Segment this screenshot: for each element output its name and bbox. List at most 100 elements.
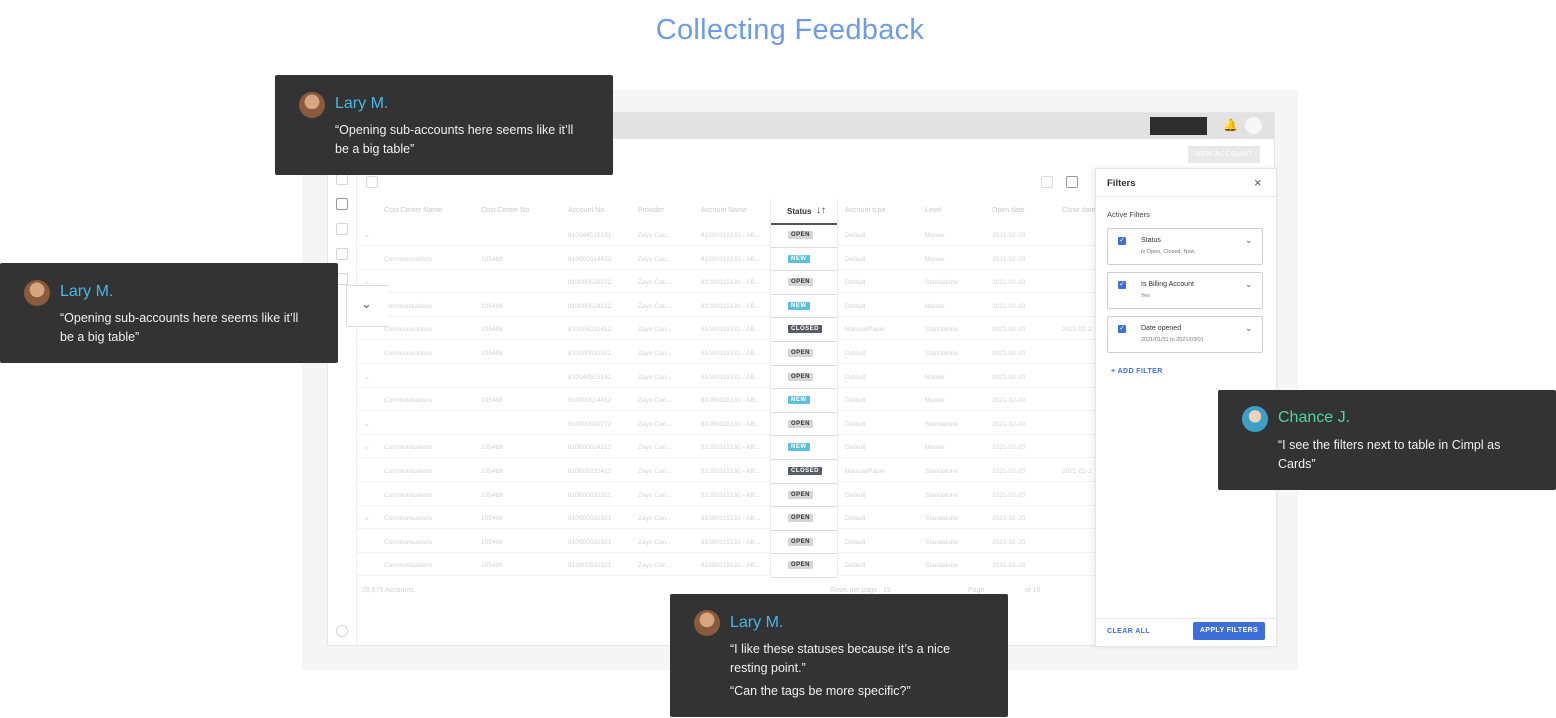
table-cell: Default [845, 444, 866, 452]
filter-icon[interactable] [1066, 176, 1078, 188]
table-cell: 2021-02-20 [992, 538, 1026, 546]
bell-icon[interactable]: 🔔 [1223, 118, 1238, 132]
table-row[interactable] [356, 339, 1096, 341]
table-row[interactable] [356, 504, 1096, 506]
filter-subtitle: 2021/01/31 to 2021/03/01 [1141, 337, 1204, 343]
table-cell: 81000315131 - AB... [701, 444, 761, 452]
table-row[interactable] [356, 363, 1096, 364]
status-cell: NEW [771, 294, 837, 319]
status-badge: NEW [788, 443, 810, 452]
table-row[interactable] [356, 433, 1096, 435]
reviewer-name: Lary M. [60, 283, 114, 300]
column-header[interactable]: Close date [1062, 207, 1095, 214]
chevron-down-icon[interactable]: ⌄ [363, 371, 371, 382]
table-row[interactable] [356, 457, 1096, 459]
column-header[interactable]: Cost Center Name [384, 207, 442, 214]
row-expand-button[interactable]: ⌄ [346, 285, 389, 327]
search-box[interactable] [1150, 117, 1207, 135]
table-cell: 2021-02-20 [992, 373, 1026, 381]
table-cell: 2021-02-20 [992, 302, 1026, 310]
page-of-label: of 16 [1025, 587, 1041, 594]
column-header[interactable]: Account type [845, 207, 885, 214]
table-cell: Standalone [925, 420, 958, 428]
table-row[interactable] [356, 481, 1096, 482]
table-row[interactable] [356, 551, 1096, 553]
column-header[interactable]: Open date [992, 207, 1025, 214]
help-icon[interactable] [336, 625, 348, 637]
table-cell: Default [845, 373, 866, 381]
table-cell: 810000530272 [568, 420, 612, 428]
table-row[interactable] [356, 386, 1096, 388]
columns-icon[interactable] [1041, 176, 1053, 188]
chevron-down-icon[interactable]: ⌄ [1245, 279, 1253, 290]
table-row[interactable] [356, 575, 1096, 577]
status-cell: CLOSED [771, 317, 837, 342]
chevron-down-icon[interactable]: ⌄ [363, 441, 371, 452]
table-cell: Default [845, 350, 866, 357]
status-column-highlight: Status ↓↑ OPEN NEW OPEN NEW CLOSED OPEN OPEN NEW… [770, 199, 838, 578]
table-cell: 810000532321 [568, 515, 612, 523]
avatar [299, 92, 325, 118]
status-cell: CLOSED [771, 459, 837, 484]
export-icon[interactable] [366, 176, 378, 188]
rows-per-page-label: Rows per page [830, 587, 878, 594]
nav-docs-icon[interactable] [336, 223, 348, 235]
table-cell: Master [925, 444, 945, 452]
column-header[interactable]: Cost Center No. [481, 207, 531, 214]
chevron-down-icon[interactable]: ⌄ [1245, 235, 1253, 246]
column-header[interactable]: Account No. [568, 207, 606, 214]
chevron-down-icon[interactable]: ⌄ [363, 229, 371, 240]
new-account-button[interactable]: NEW ACCOUNT [1188, 146, 1260, 163]
nav-reports-icon[interactable] [336, 248, 348, 260]
apply-filters-button[interactable]: APPLY FILTERS [1193, 622, 1265, 640]
table-row[interactable] [356, 528, 1096, 530]
table-cell: Default [845, 420, 866, 428]
column-header[interactable]: Account Name [701, 207, 747, 214]
reviewer-name: Chance J. [1278, 409, 1351, 426]
chevron-down-icon[interactable]: ⌄ [1245, 323, 1253, 334]
table-cell: 810000532321 [568, 562, 612, 570]
status-badge: OPEN [788, 419, 814, 428]
column-header[interactable]: Level [925, 207, 942, 214]
status-badge: OPEN [788, 372, 814, 381]
close-icon[interactable]: × [1254, 175, 1262, 190]
table-row[interactable] [356, 292, 1096, 294]
filter-card-date-opened[interactable]: ✓ Date opened 2021/01/31 to 2021/03/01 ⌄ [1107, 316, 1263, 353]
table-cell: 2021-02-20 [992, 562, 1026, 570]
checkbox-checked[interactable]: ✓ [1118, 237, 1126, 245]
status-cell: NEW [771, 247, 837, 272]
add-filter-button[interactable]: + ADD FILTER [1111, 368, 1163, 375]
status-badge: OPEN [788, 537, 814, 546]
rows-per-page-select[interactable]: 15 [883, 587, 891, 594]
table-cell: 2021-02-2 [1062, 326, 1092, 334]
table-cell: 2021-02-20 [992, 350, 1026, 357]
user-avatar[interactable] [1245, 117, 1262, 134]
column-header[interactable]: Provider [638, 207, 664, 214]
table-row[interactable] [356, 315, 1096, 317]
filter-card-billing[interactable]: ✓ Is Billing Account Yes ⌄ [1107, 272, 1263, 309]
chevron-down-icon[interactable]: ⌄ [363, 512, 371, 523]
feedback-card-2: Lary M. “Opening sub-accounts here seems… [0, 263, 338, 363]
table-row[interactable] [356, 410, 1096, 412]
table-cell: Zayo Can... [638, 373, 672, 381]
table-cell: 2021-02-20 [992, 255, 1026, 263]
table-row[interactable] [356, 268, 1096, 270]
table-cell: 105488 [481, 538, 503, 546]
filter-card-status[interactable]: ✓ Status Is Open, Closed, New ⌄ [1107, 228, 1263, 265]
status-column-header[interactable]: Status ↓↑ [771, 199, 837, 225]
table-cell: Zayo Can... [638, 562, 672, 570]
table-row[interactable] [356, 245, 1096, 246]
divider [1096, 196, 1276, 197]
checkbox-checked[interactable]: ✓ [1118, 325, 1126, 333]
status-cell: OPEN [771, 365, 837, 390]
clear-all-button[interactable]: CLEAR ALL [1107, 628, 1150, 635]
nav-accounts-icon[interactable] [336, 198, 348, 210]
chevron-down-icon[interactable]: ⌄ [363, 418, 371, 429]
table-cell: Zayo Can... [638, 444, 672, 452]
table-cell: Zayo Can... [638, 538, 672, 546]
table-cell: 105488 [481, 468, 503, 475]
table-cell: Standalone [925, 279, 958, 287]
table-cell: 81000315131 - AB... [701, 468, 761, 475]
active-filters-label: Active Filters [1107, 210, 1150, 219]
checkbox-checked[interactable]: ✓ [1118, 281, 1126, 289]
